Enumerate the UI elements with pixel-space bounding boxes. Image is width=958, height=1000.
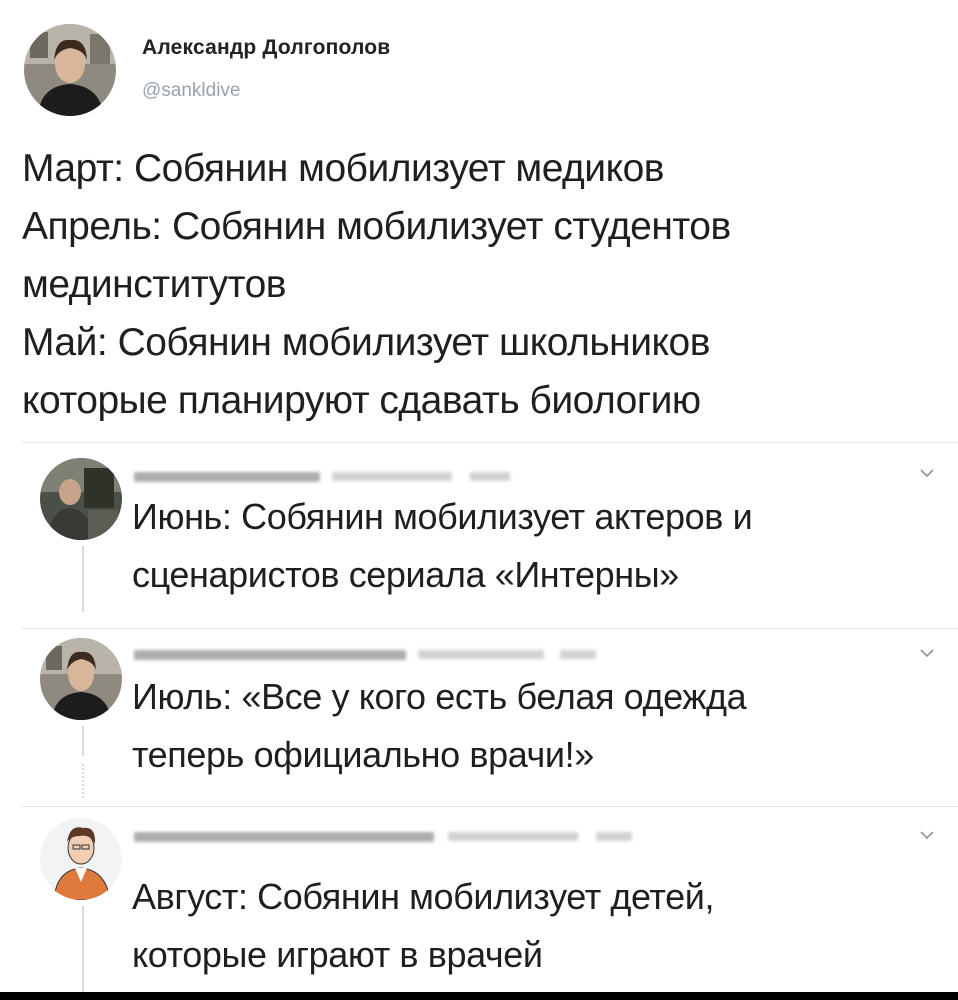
tweet-text-line: Апрель: Собянин мобилизует студентов <box>22 205 731 248</box>
bottom-bar <box>0 992 958 1000</box>
tweet-text-line: Май: Собянин мобилизует школьников <box>22 321 710 364</box>
blurred-username <box>134 472 320 482</box>
reply-text: Август: Собянин мобилизует детей, которы… <box>132 868 952 984</box>
main-tweet: Александр Долгополов @sankldive Март: Со… <box>0 0 958 440</box>
chevron-down-icon[interactable] <box>918 826 936 844</box>
tweet-text: Март: Собянин мобилизует медиков Апрель:… <box>22 140 952 430</box>
chevron-down-icon[interactable] <box>918 644 936 662</box>
reply-text-line: сценаристов сериала «Интерны» <box>132 554 679 595</box>
reply-avatar[interactable] <box>40 458 122 540</box>
reply-text: Июнь: Собянин мобилизует актеров и сцена… <box>132 488 952 604</box>
thread-line <box>82 906 84 992</box>
thread-line <box>82 726 84 756</box>
author-avatar[interactable] <box>24 24 116 116</box>
reply-avatar[interactable] <box>40 638 122 720</box>
reply-tweet[interactable]: Июнь: Собянин мобилизует актеров и сцена… <box>0 450 958 625</box>
blurred-handle <box>418 650 544 659</box>
blurred-time <box>596 832 632 841</box>
reply-text-line: Август: Собянин мобилизует детей, <box>132 876 715 917</box>
reply-text-line: теперь официально врачи!» <box>132 734 594 775</box>
blurred-time <box>560 650 596 659</box>
separator <box>22 442 958 443</box>
reply-avatar[interactable] <box>40 818 122 900</box>
blurred-handle <box>332 472 452 481</box>
blurred-username <box>134 832 434 842</box>
tweet-text-line: которые планируют сдавать биологию <box>22 379 701 422</box>
thread-dots <box>82 764 86 798</box>
reply-text-line: Июль: «Все у кого есть белая одежда <box>132 676 747 717</box>
tweet-text-line: мединститутов <box>22 263 287 306</box>
reply-tweet[interactable]: Июль: «Все у кого есть белая одежда тепе… <box>0 632 958 804</box>
reply-tweet[interactable]: Август: Собянин мобилизует детей, которы… <box>0 810 958 992</box>
blurred-username <box>134 650 406 660</box>
thread-line <box>82 546 84 612</box>
author-handle[interactable]: @sankldive <box>142 80 241 102</box>
blurred-handle <box>448 832 578 841</box>
separator <box>22 628 958 629</box>
reply-text-line: Июнь: Собянин мобилизует актеров и <box>132 496 753 537</box>
chevron-down-icon[interactable] <box>918 464 936 482</box>
separator <box>22 806 958 807</box>
author-name[interactable]: Александр Долгополов <box>142 36 390 60</box>
tweet-text-line: Март: Собянин мобилизует медиков <box>22 147 665 190</box>
reply-text: Июль: «Все у кого есть белая одежда тепе… <box>132 668 952 784</box>
reply-text-line: которые играют в врачей <box>132 934 543 975</box>
blurred-time <box>470 472 510 481</box>
